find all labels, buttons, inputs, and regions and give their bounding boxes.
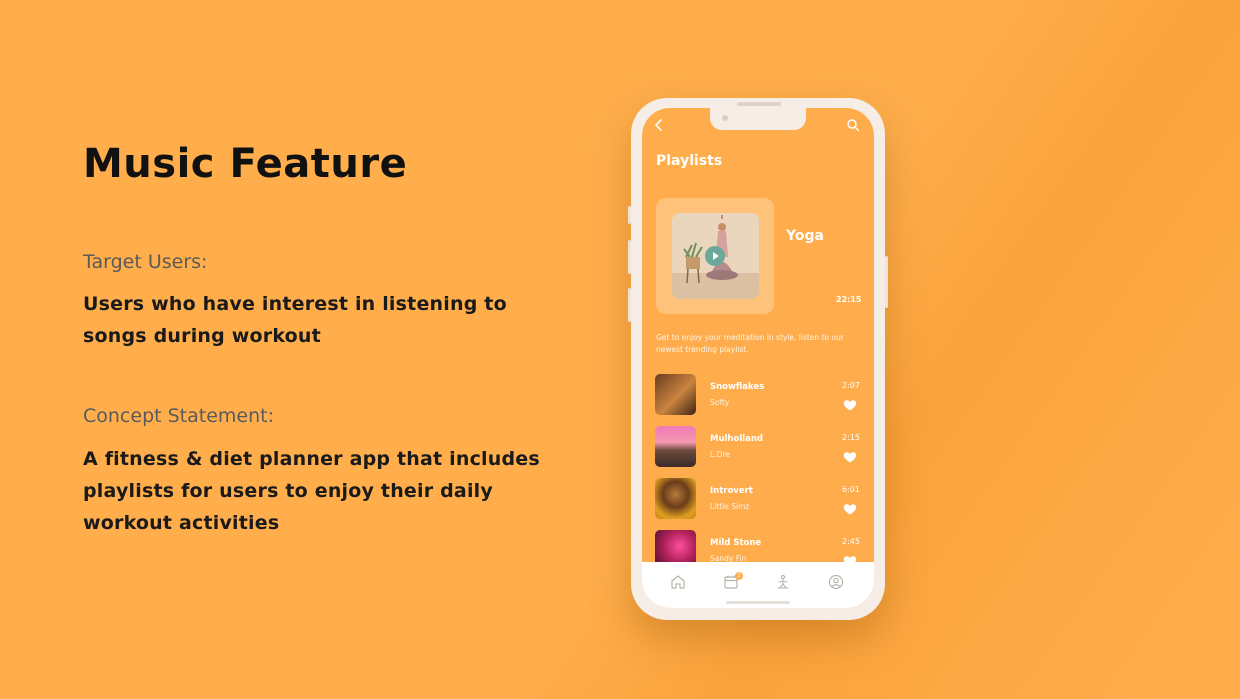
heart-icon[interactable] [843, 451, 857, 463]
song-cover [655, 426, 696, 467]
home-icon[interactable] [670, 574, 686, 590]
slide-text-panel: Music Feature Target Users: Users who ha… [83, 140, 563, 534]
song-duration: 2:45 [842, 537, 860, 546]
slide-title: Music Feature [83, 141, 408, 187]
song-item[interactable]: Introvert Little Simz 6:01 [655, 478, 861, 520]
song-cover [655, 374, 696, 415]
phone-speaker [737, 102, 781, 106]
song-title: Snowflakes [710, 382, 765, 392]
heart-icon[interactable] [843, 399, 857, 411]
song-duration: 2:15 [842, 433, 860, 442]
heart-icon[interactable] [843, 503, 857, 515]
search-icon[interactable] [846, 118, 860, 132]
notification-badge: 2 [735, 572, 743, 580]
phone-mockup: Playlists Yoga 22:15 Get to enjoy your m… [628, 98, 888, 620]
song-item[interactable]: Mulholland L.Dre 2:15 [655, 426, 861, 468]
song-duration: 6:01 [842, 485, 860, 494]
featured-playlist-name: Yoga [786, 228, 824, 244]
song-cover [655, 478, 696, 519]
target-users-text: Users who have interest in listening to … [83, 293, 507, 347]
phone-volume-up [628, 240, 631, 274]
concept-statement-text: A fitness & diet planner app that includ… [83, 448, 540, 534]
song-title: Introvert [710, 486, 753, 496]
back-arrow-icon[interactable] [652, 118, 666, 132]
workout-icon[interactable] [775, 574, 791, 590]
featured-playlist-cover [672, 213, 759, 299]
camera-dot [722, 115, 728, 121]
phone-notch [710, 108, 806, 130]
featured-playlist-card[interactable] [656, 198, 774, 314]
song-artist: Softy [710, 398, 730, 407]
featured-playlist-description: Get to enjoy your meditation in style, l… [656, 333, 844, 354]
phone-mute-switch [628, 206, 631, 224]
song-duration: 2:07 [842, 381, 860, 390]
song-item[interactable]: Snowflakes Softy 2:07 [655, 374, 861, 416]
phone-volume-down [628, 288, 631, 322]
song-title: Mild Stone [710, 538, 762, 548]
song-title: Mulholland [710, 434, 764, 444]
app-screen: Playlists Yoga 22:15 Get to enjoy your m… [642, 108, 874, 608]
target-users-label: Target Users: [83, 251, 208, 273]
play-button[interactable] [705, 246, 725, 266]
phone-power-button [885, 256, 888, 308]
featured-playlist-duration: 22:15 [836, 295, 862, 304]
song-artist: Little Simz [710, 502, 750, 511]
profile-icon[interactable] [828, 574, 844, 590]
song-artist: L.Dre [710, 450, 730, 459]
home-indicator [726, 601, 790, 604]
playlists-title: Playlists [656, 153, 723, 169]
concept-statement-label: Concept Statement: [83, 405, 275, 427]
play-icon [713, 252, 719, 260]
